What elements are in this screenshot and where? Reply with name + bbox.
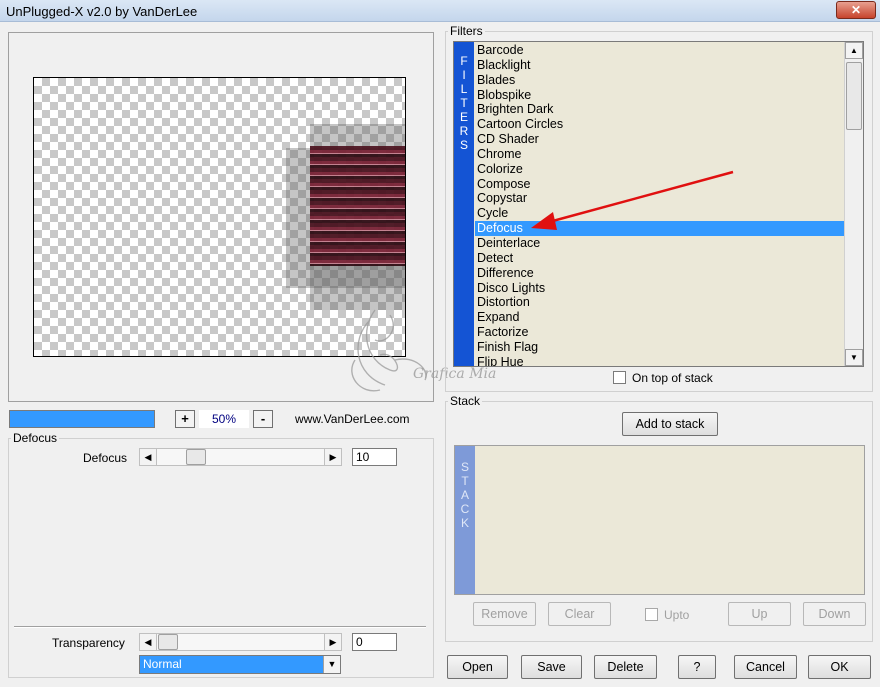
cancel-button[interactable]: Cancel (734, 655, 797, 679)
filter-list-item[interactable]: Brighten Dark (475, 102, 845, 117)
transparency-slider[interactable]: ◀ ▶ (139, 633, 342, 651)
open-button[interactable]: Open (447, 655, 508, 679)
slider-left-arrow-icon[interactable]: ◀ (140, 634, 157, 650)
filter-list-item[interactable]: Chrome (475, 147, 845, 162)
defocus-slider[interactable]: ◀ ▶ (139, 448, 342, 466)
progress-bar (9, 410, 155, 428)
transparency-label: Transparency (52, 636, 125, 650)
stack-list[interactable]: S T A C K (454, 445, 865, 595)
clear-button[interactable]: Clear (548, 602, 611, 626)
delete-button[interactable]: Delete (594, 655, 657, 679)
group-label: Filters (448, 24, 485, 38)
side-letter: A (460, 488, 469, 502)
stack-group: Stack Add to stack S T A C K Remove Clea… (445, 394, 873, 642)
transparency-value-field[interactable]: 0 (352, 633, 397, 651)
filter-list-item[interactable]: Blacklight (475, 58, 845, 73)
filter-list-item[interactable]: Cartoon Circles (475, 117, 845, 132)
save-button[interactable]: Save (521, 655, 582, 679)
side-letter: C (460, 502, 470, 516)
filter-list-item[interactable]: Factorize (475, 325, 845, 340)
close-button[interactable]: ✕ (836, 1, 876, 19)
side-letter: I (462, 68, 466, 82)
down-button[interactable]: Down (803, 602, 866, 626)
filter-list-item[interactable]: Finish Flag (475, 340, 845, 355)
stack-side-bar: S T A C K (455, 446, 475, 594)
red-arrow-icon (531, 170, 734, 230)
side-letter: T (461, 474, 469, 488)
add-to-stack-button[interactable]: Add to stack (622, 412, 718, 436)
upto-label: Upto (664, 608, 690, 622)
scroll-up-icon[interactable]: ▲ (845, 42, 863, 59)
title-bar: UnPlugged-X v2.0 by VanDerLee ✕ (0, 0, 880, 22)
on-top-label: On top of stack (632, 371, 713, 385)
filter-list-item[interactable]: Flip Hue (475, 355, 845, 366)
website-link[interactable]: www.VanDerLee.com (295, 412, 410, 426)
filter-list-item[interactable]: Difference (475, 266, 845, 281)
on-top-checkbox[interactable] (613, 371, 626, 384)
zoom-level: 50% (199, 410, 249, 428)
filter-list-item[interactable]: Detect (475, 251, 845, 266)
blend-mode-select[interactable]: Normal ▼ (139, 655, 341, 674)
window-title: UnPlugged-X v2.0 by VanDerLee (6, 4, 198, 19)
filter-list-item[interactable]: CD Shader (475, 132, 845, 147)
defocus-label: Defocus (83, 451, 128, 465)
scroll-thumb[interactable] (846, 62, 862, 130)
blend-mode-value: Normal (143, 657, 182, 671)
filter-list-item[interactable]: Distortion (475, 295, 845, 310)
zoom-out-button[interactable]: - (253, 410, 273, 428)
scroll-down-icon[interactable]: ▼ (845, 349, 863, 366)
side-letter: F (460, 54, 468, 68)
remove-button[interactable]: Remove (473, 602, 536, 626)
filter-list-item[interactable]: Disco Lights (475, 281, 845, 296)
up-button[interactable]: Up (728, 602, 791, 626)
divider (14, 626, 426, 628)
slider-right-arrow-icon[interactable]: ▶ (324, 634, 341, 650)
filter-list-item[interactable]: Blobspike (475, 88, 845, 103)
slider-right-arrow-icon[interactable]: ▶ (324, 449, 341, 465)
filter-list-item[interactable]: Barcode (475, 43, 845, 58)
side-letter: E (459, 110, 468, 124)
side-letter: R (459, 124, 469, 138)
side-letter: L (460, 82, 468, 96)
filters-side-bar: F I L T E R S (454, 42, 474, 366)
filters-scrollbar[interactable]: ▲ ▼ (844, 42, 863, 366)
filter-list-item[interactable]: Deinterlace (475, 236, 845, 251)
filter-list-item[interactable]: Blades (475, 73, 845, 88)
preview-image (310, 146, 405, 266)
side-letter: K (460, 516, 469, 530)
upto-checkbox[interactable] (645, 608, 658, 621)
filter-list-item[interactable]: Expand (475, 310, 845, 325)
side-letter: T (460, 96, 468, 110)
zoom-in-button[interactable]: + (175, 410, 195, 428)
slider-thumb[interactable] (158, 634, 178, 650)
chevron-down-icon[interactable]: ▼ (323, 656, 340, 673)
slider-left-arrow-icon[interactable]: ◀ (140, 449, 157, 465)
group-label: Defocus (11, 431, 60, 445)
group-label: Stack (448, 394, 483, 408)
ok-button[interactable]: OK (808, 655, 871, 679)
side-letter: S (459, 138, 468, 152)
defocus-value-field[interactable]: 10 (352, 448, 397, 466)
slider-thumb[interactable] (186, 449, 206, 465)
side-letter: S (460, 460, 469, 474)
help-button[interactable]: ? (678, 655, 716, 679)
